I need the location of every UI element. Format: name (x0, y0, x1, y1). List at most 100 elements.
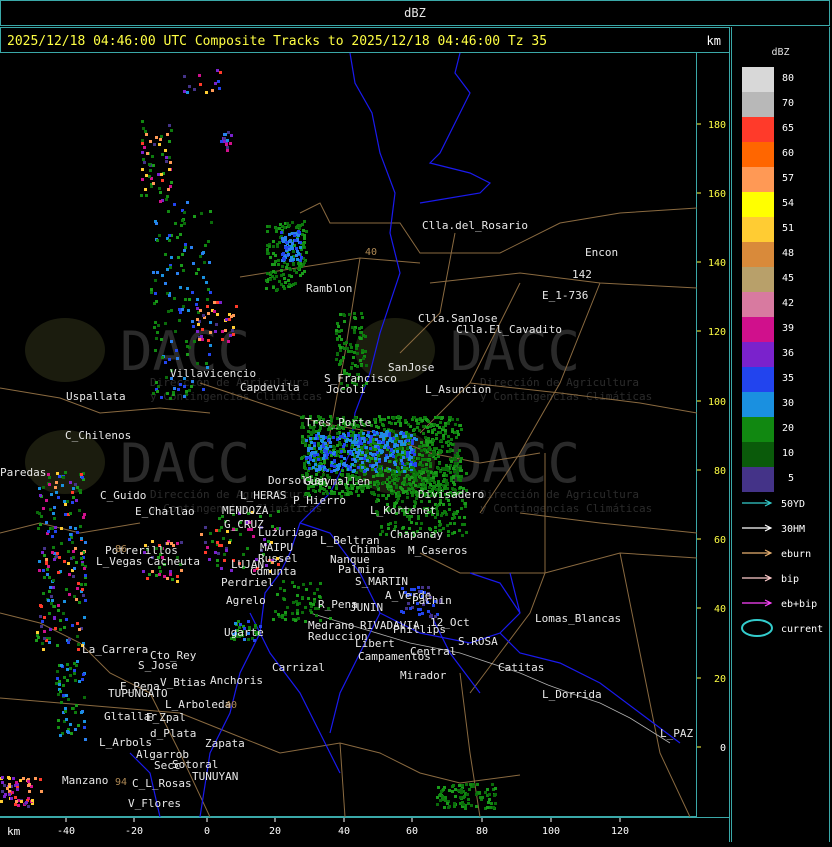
radar-window: dBZ 2025/12/18 04:46:00 UTC Composite Tr… (0, 0, 832, 842)
place-label: Chapanay (390, 528, 443, 541)
place-label: L_Vegas (96, 555, 142, 568)
road-number-label: 40 (365, 247, 377, 258)
place-label: Agrelo (226, 594, 266, 607)
road-number-label: 94 (115, 777, 127, 788)
place-label: Manzano (62, 774, 108, 787)
legend-swatch (742, 417, 774, 442)
legend-value: 48 (782, 248, 794, 259)
place-label: Anchoris (210, 674, 263, 687)
track-label: eb+bip (781, 599, 817, 610)
place-label: S.ROSA (458, 635, 498, 648)
place-label: MENDOZA (222, 504, 269, 517)
y-tick-label: 80 (714, 466, 726, 477)
place-label: S_Jose (138, 659, 178, 672)
legend-value: 70 (782, 98, 794, 109)
place-label: Central (410, 645, 456, 658)
radar-map-panel[interactable]: DACC Dirección de Agricultura y Contingenc… (0, 52, 698, 818)
x-axis: km -40 -20 0 20 40 60 80 100 120 (0, 817, 730, 842)
place-label: C_Chilenos (65, 429, 131, 442)
road-number-label: 86 (115, 544, 127, 555)
place-label: P_Hierro (293, 494, 346, 507)
legend-value: 10 (782, 448, 794, 459)
legend-value: 20 (782, 423, 794, 434)
place-label: M_Caseros (408, 544, 468, 557)
place-label: La_Carrera (82, 643, 148, 656)
legend-value: 65 (782, 123, 794, 134)
place-label: C_Guido (100, 489, 146, 502)
place-label: Carrizal (272, 661, 325, 674)
place-label: Ugarte (224, 626, 264, 639)
place-label: C_L_Rosas (132, 777, 192, 790)
legend-value: 60 (782, 148, 794, 159)
legend-value: 80 (782, 73, 794, 84)
place-label: Lomas_Blancas (535, 612, 621, 625)
legend-swatch (742, 67, 774, 92)
legend-swatch (742, 342, 774, 367)
y-tick-label: 40 (714, 604, 726, 615)
place-label: Tres_Porte (305, 416, 371, 429)
legend-value: 42 (782, 298, 794, 309)
x-tick-label: 0 (204, 826, 210, 837)
place-label: Luzuriaga (258, 526, 318, 539)
x-tick-label: 60 (406, 826, 418, 837)
legend-swatch (742, 292, 774, 317)
legend-swatch (742, 467, 774, 492)
y-tick-label: 60 (714, 535, 726, 546)
current-label: current (781, 624, 823, 635)
watermark-line1: Dirección de Agricultura (480, 488, 639, 501)
current-ellipse-icon (741, 619, 773, 637)
place-label: L_PAZ (660, 727, 693, 740)
track-label: 30HM (781, 524, 805, 535)
place-label: S_MARTIN (355, 575, 408, 588)
legend-swatch (742, 242, 774, 267)
place-label: Jocoli (326, 383, 366, 396)
window-title-bar: dBZ (0, 0, 830, 26)
x-axis-unit: km (7, 825, 21, 838)
y-tick-label: 180 (708, 120, 726, 131)
place-label: L_Arboleda (165, 698, 231, 711)
place-label: V_Flores (128, 797, 181, 810)
place-label: E_Challao (135, 505, 195, 518)
y-tick-label: 140 (708, 258, 726, 269)
legend-value: 54 (782, 198, 794, 209)
dacc-logo-icon (25, 318, 105, 382)
x-tick-label: -40 (57, 826, 75, 837)
y-tick-label: 0 (720, 743, 726, 754)
place-label: SanJose (388, 361, 434, 374)
legend-swatch (742, 367, 774, 392)
place-label: Encon (585, 246, 618, 259)
place-label: L_Dorrida (542, 688, 602, 701)
place-label: E_1-736 (542, 289, 588, 302)
place-label: TUNUYAN (192, 770, 238, 783)
legend-swatch (742, 92, 774, 117)
place-label: 142 (572, 268, 592, 281)
dbz-legend: dBZ 80 70 65 60 57 54 51 48 45 42 39 36 35 30 20 10 5 50Y… (731, 27, 830, 842)
legend-swatch (742, 442, 774, 467)
x-tick-label: 120 (611, 826, 629, 837)
place-label: Dorsollen (268, 474, 328, 487)
place-label: 12_Oct (430, 616, 470, 629)
place-label: Divisadero (418, 488, 484, 501)
place-label: Mirador (400, 669, 447, 682)
legend-value: 51 (782, 223, 794, 234)
place-label: Libert (355, 637, 395, 650)
radar-map[interactable]: DACCDirección de Agriculturay Contingenc… (0, 52, 698, 818)
legend-swatch (742, 167, 774, 192)
place-label: Clla.El_Cavadito (456, 323, 562, 336)
legend-value: 45 (782, 273, 794, 284)
track-label: 50YD (781, 499, 805, 510)
x-tick-label: 20 (269, 826, 281, 837)
legend-title: dBZ (771, 47, 790, 58)
place-label: Ramblon (306, 282, 352, 295)
dacc-logo-watermark: DACCDirección de Agriculturay Contingenc… (25, 430, 322, 515)
legend-value: 35 (782, 373, 794, 384)
legend-swatch (742, 142, 774, 167)
legend-swatch (742, 192, 774, 217)
track-label: eburn (781, 549, 811, 560)
place-label: L_Asuncion (425, 383, 491, 396)
watermark-line2: y Contingencias Climáticas (480, 502, 652, 515)
y-tick-label: 100 (708, 397, 726, 408)
x-tick-label: -20 (125, 826, 143, 837)
place-label: JUNIN (350, 601, 383, 614)
window-title: dBZ (404, 6, 426, 20)
